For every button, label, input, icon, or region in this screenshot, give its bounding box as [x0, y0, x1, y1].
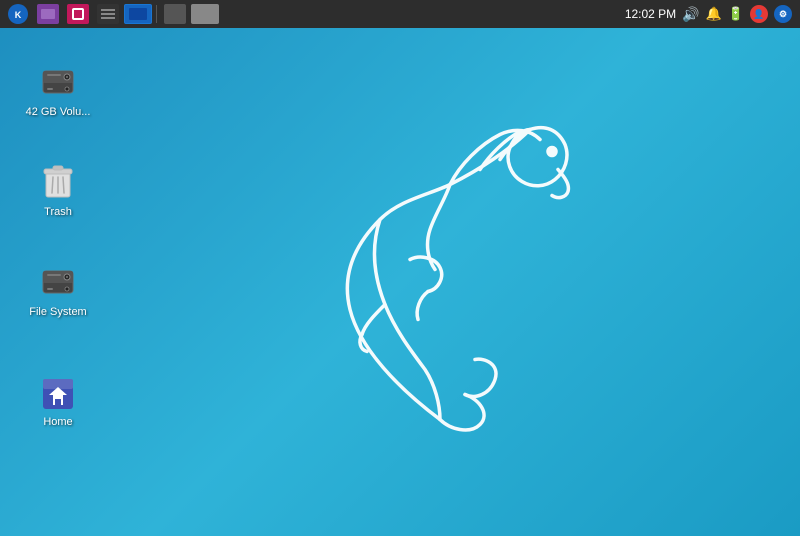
battery-icon[interactable]: 🔋: [728, 6, 744, 22]
user-icon-red[interactable]: 👤: [750, 5, 768, 23]
taskbar-left: K: [4, 0, 219, 28]
notification-icon[interactable]: 🔔: [706, 6, 722, 22]
taskbar-app-gray1[interactable]: [161, 0, 189, 28]
taskbar-app-dark[interactable]: [94, 0, 122, 28]
taskbar-app-pink[interactable]: [64, 0, 92, 28]
taskbar-right: 12:02 PM 🔊 🔔 🔋 👤 ⚙: [625, 5, 796, 23]
taskbar-app-purple[interactable]: [34, 0, 62, 28]
home-icon-label: Home: [43, 416, 72, 428]
volume-icon-label: 42 GB Volu...: [26, 106, 91, 118]
taskbar-app-screen[interactable]: [124, 0, 152, 28]
taskbar-app-gray2[interactable]: [191, 0, 219, 28]
clock: 12:02 PM: [625, 7, 676, 21]
svg-text:K: K: [15, 10, 22, 20]
home-icon-img: [38, 372, 78, 412]
volume-icon[interactable]: 🔊: [682, 6, 699, 23]
desktop-icon-volume[interactable]: 42 GB Volu...: [18, 58, 98, 122]
trash-icon-img: [38, 162, 78, 202]
volume-icon-img: [38, 62, 78, 102]
filesystem-icon-img: [38, 262, 78, 302]
filesystem-icon-label: File System: [29, 306, 86, 318]
kali-dragon-logo: [280, 110, 600, 455]
desktop-icon-trash[interactable]: Trash: [18, 158, 98, 222]
taskbar: K: [0, 0, 800, 28]
user-icon-blue[interactable]: ⚙: [774, 5, 792, 23]
desktop: 42 GB Volu... Trash: [0, 28, 800, 536]
kali-menu-button[interactable]: K: [4, 0, 32, 28]
trash-icon-label: Trash: [44, 206, 72, 218]
desktop-icon-home[interactable]: Home: [18, 368, 98, 432]
taskbar-separator: [156, 5, 157, 23]
desktop-icon-filesystem[interactable]: File System: [18, 258, 98, 322]
